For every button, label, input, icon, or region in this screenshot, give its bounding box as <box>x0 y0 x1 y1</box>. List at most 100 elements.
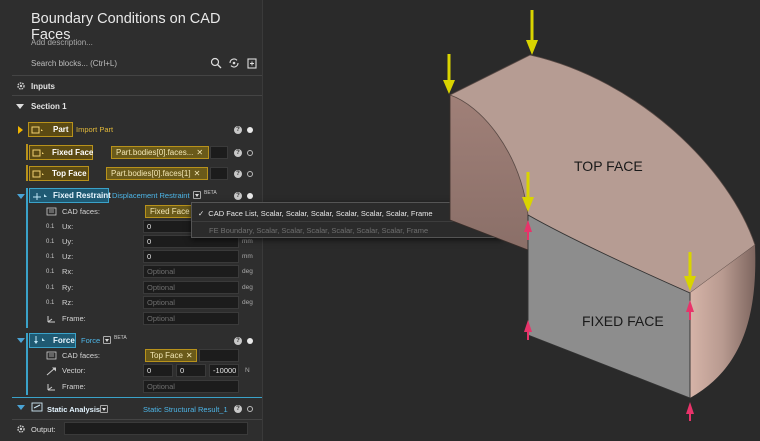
uy-label: Uy: <box>62 237 74 246</box>
analysis-help-icon[interactable]: ? <box>234 405 242 413</box>
section-title: Section 1 <box>31 102 67 111</box>
top-face-help-icon[interactable]: ? <box>234 170 242 178</box>
restraint-status-dot <box>247 193 253 199</box>
top-face-label: Top Face <box>52 169 87 178</box>
force-type-dropdown[interactable] <box>103 336 111 344</box>
fixed-face-extra-input[interactable] <box>210 146 228 159</box>
search-icon[interactable] <box>210 57 222 69</box>
force-collapse-icon[interactable] <box>17 338 25 343</box>
divider <box>12 419 262 420</box>
divider <box>12 95 262 96</box>
remove-icon[interactable]: ✕ <box>194 169 201 178</box>
force-beta-badge: BETA <box>114 335 127 341</box>
block-accent <box>26 144 28 160</box>
description-field[interactable]: Add description... <box>31 38 93 47</box>
rz-unit: deg <box>242 299 253 306</box>
output-gear-icon <box>16 424 26 436</box>
rz-label: Rz: <box>62 298 74 307</box>
uz-label: Uz: <box>62 252 74 261</box>
force-cad-faces-value[interactable]: Top Face ✕ <box>145 349 197 362</box>
frame-label: Frame: <box>62 314 86 323</box>
scalar-icon: 0.1 <box>46 223 55 230</box>
rx-input[interactable]: Optional <box>143 265 239 278</box>
fixed-face-help-icon[interactable]: ? <box>234 149 242 157</box>
part-help-icon[interactable]: ? <box>234 126 242 134</box>
force-icon <box>32 335 48 347</box>
section-collapse-icon[interactable] <box>16 104 24 109</box>
ry-label: Ry: <box>62 283 74 292</box>
analysis-collapse-icon[interactable] <box>17 405 25 410</box>
divider <box>12 397 262 398</box>
force-cad-faces-label: CAD faces: <box>62 351 100 360</box>
rz-input[interactable]: Optional <box>143 296 239 309</box>
fixed-face-label: Fixed Face <box>52 148 94 157</box>
part-type-label: Part <box>53 125 69 134</box>
vector-x-input[interactable]: 0 <box>143 364 173 377</box>
force-arrow-icon <box>443 54 455 94</box>
block-accent <box>26 188 28 328</box>
inputs-gear-icon <box>16 81 26 93</box>
vector-y-input[interactable]: 0 <box>176 364 206 377</box>
restraint-icon <box>32 191 50 202</box>
top-face-status-dot <box>247 171 253 177</box>
vector-icon <box>46 364 57 377</box>
analysis-label: Static Analysis <box>47 405 101 414</box>
ry-unit: deg <box>242 284 253 291</box>
cad-viewport[interactable]: TOP FACE FIXED FACE <box>263 0 760 441</box>
scalar-icon: 0.1 <box>46 284 55 291</box>
restraint-link[interactable]: Displacement Restraint <box>112 188 190 203</box>
vector-unit: N <box>245 367 250 374</box>
part-link[interactable]: Import Part <box>76 125 113 134</box>
add-block-icon[interactable] <box>246 57 258 69</box>
refresh-icon[interactable] <box>228 57 240 69</box>
scalar-icon: 0.1 <box>46 253 55 260</box>
search-input[interactable]: Search blocks... (Ctrl+L) <box>31 59 117 68</box>
analysis-icon <box>31 402 43 414</box>
part-render <box>443 10 756 421</box>
ry-input[interactable]: Optional <box>143 281 239 294</box>
uz-input[interactable]: 0 <box>143 250 239 263</box>
top-face-value[interactable]: Part.bodies[0].faces[1] ✕ <box>106 167 208 180</box>
output-label: Output: <box>31 425 56 434</box>
force-arrow-icon <box>526 10 538 55</box>
check-icon: ✓ <box>198 208 205 218</box>
force-status-dot <box>247 338 253 344</box>
top-face-label-overlay: TOP FACE <box>574 158 643 174</box>
fixed-face-value[interactable]: Part.bodies[0].faces... ✕ <box>111 146 209 159</box>
frame-icon <box>46 312 57 325</box>
analysis-type-dropdown[interactable] <box>100 405 108 413</box>
force-cad-extra-input[interactable] <box>199 349 239 362</box>
top-face-extra-input[interactable] <box>210 167 228 180</box>
part-expand-icon[interactable] <box>18 126 23 134</box>
remove-icon[interactable]: ✕ <box>186 351 193 360</box>
force-link[interactable]: Force <box>81 333 100 348</box>
scalar-icon: 0.1 <box>46 238 55 245</box>
fixed-face-label-overlay: FIXED FACE <box>582 313 664 329</box>
rx-label: Rx: <box>62 267 74 276</box>
frame-input[interactable]: Optional <box>143 312 239 325</box>
uz-unit: mm <box>242 253 253 260</box>
output-input[interactable] <box>64 422 248 435</box>
list-icon <box>46 349 57 362</box>
analysis-status-dot <box>247 406 253 412</box>
vector-label: Vector: <box>62 366 86 375</box>
ux-label: Ux: <box>62 222 74 231</box>
inputs-label: Inputs <box>31 82 55 91</box>
force-label: Force <box>53 336 75 345</box>
force-frame-input[interactable]: Optional <box>143 380 239 393</box>
analysis-link[interactable]: Static Structural Result_1 <box>143 405 228 414</box>
block-accent <box>26 333 28 395</box>
restraint-collapse-icon[interactable] <box>17 194 25 199</box>
remove-icon[interactable]: ✕ <box>196 148 203 157</box>
cad-faces-label: CAD faces: <box>62 207 100 216</box>
force-help-icon[interactable]: ? <box>234 337 242 345</box>
vector-z-input[interactable]: -10000 <box>209 364 239 377</box>
support-arrow-icon <box>686 402 694 421</box>
part-status-dot <box>247 127 253 133</box>
frame-icon <box>46 380 57 393</box>
cad-faces-value[interactable]: Fixed Face <box>145 205 192 218</box>
restraint-help-icon[interactable]: ? <box>234 192 242 200</box>
restraint-type-dropdown[interactable] <box>193 191 201 199</box>
block-accent <box>26 165 28 181</box>
face-icon <box>32 170 44 177</box>
